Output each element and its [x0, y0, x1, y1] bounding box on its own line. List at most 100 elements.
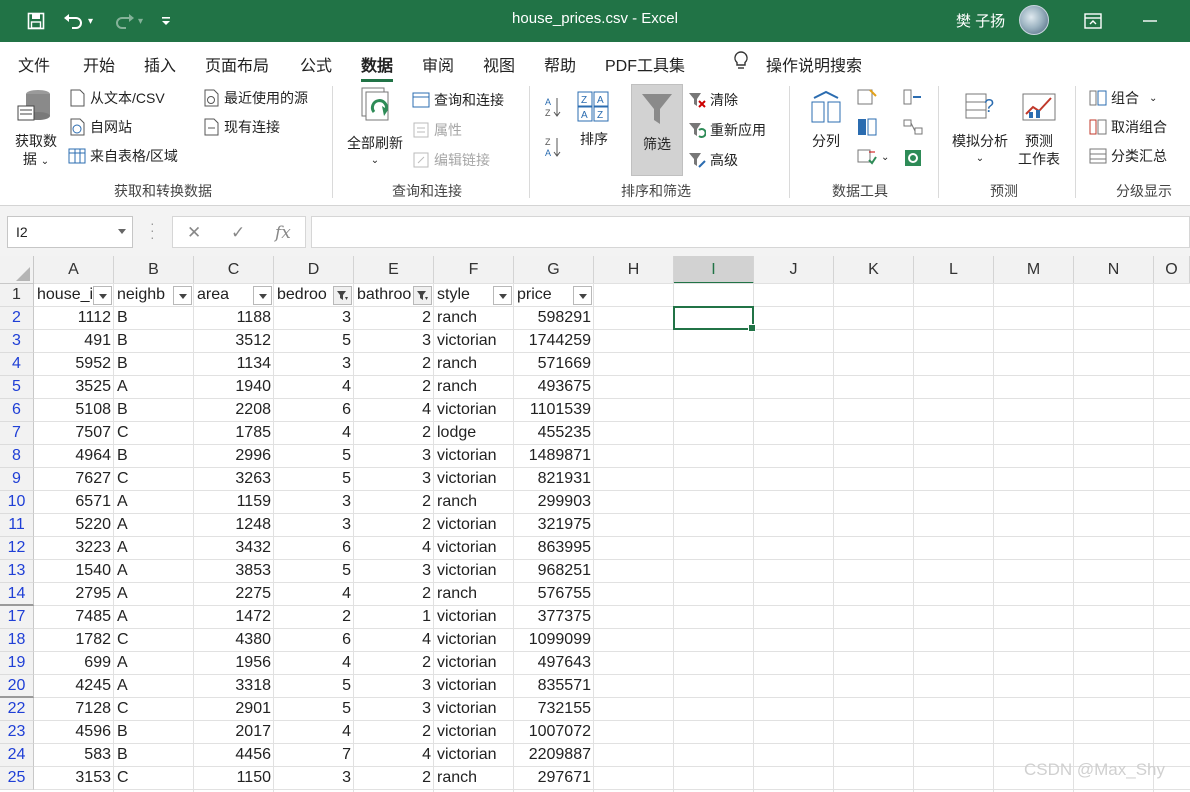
- row-header[interactable]: 9: [0, 468, 34, 491]
- column-header-k[interactable]: K: [834, 256, 914, 284]
- filter-active-icon[interactable]: [413, 286, 432, 305]
- column-header-l[interactable]: L: [914, 256, 994, 284]
- properties-button[interactable]: 属性: [412, 120, 462, 140]
- cell-a2[interactable]: 1112: [34, 307, 114, 330]
- cell-c13[interactable]: 3853: [194, 560, 274, 583]
- cell-d19[interactable]: 4: [274, 652, 354, 675]
- cell-f9[interactable]: victorian: [434, 468, 514, 491]
- filter-dropdown-icon[interactable]: [253, 286, 272, 305]
- cell-a11[interactable]: 5220: [34, 514, 114, 537]
- row-header[interactable]: 25: [0, 767, 34, 790]
- tab-page-layout[interactable]: 页面布局: [205, 52, 269, 76]
- row-header[interactable]: 2: [0, 307, 34, 330]
- undo-icon[interactable]: ▾: [58, 8, 98, 34]
- tab-home[interactable]: 开始: [83, 52, 115, 76]
- column-header-i[interactable]: I: [674, 256, 754, 284]
- cell-g10[interactable]: 299903: [514, 491, 594, 514]
- cell-b23[interactable]: B: [114, 721, 194, 744]
- cell-f20[interactable]: victorian: [434, 675, 514, 698]
- cell-e4[interactable]: 2: [354, 353, 434, 376]
- lightbulb-icon[interactable]: [732, 50, 750, 77]
- cell-e6[interactable]: 4: [354, 399, 434, 422]
- row-header[interactable]: 12: [0, 537, 34, 560]
- recent-sources-button[interactable]: 最近使用的源: [202, 88, 308, 108]
- forecast-sheet-button[interactable]: 预测 工作表: [1014, 90, 1064, 168]
- cell-c9[interactable]: 3263: [194, 468, 274, 491]
- tab-formulas[interactable]: 公式: [300, 52, 332, 76]
- cell-g13[interactable]: 968251: [514, 560, 594, 583]
- cell-c23[interactable]: 2017: [194, 721, 274, 744]
- filter-dropdown-icon[interactable]: [573, 286, 592, 305]
- cell-b22[interactable]: C: [114, 698, 194, 721]
- row-header[interactable]: 3: [0, 330, 34, 353]
- row-header[interactable]: 5: [0, 376, 34, 399]
- cell-c3[interactable]: 3512: [194, 330, 274, 353]
- cell-a18[interactable]: 1782: [34, 629, 114, 652]
- cell-f18[interactable]: victorian: [434, 629, 514, 652]
- column-header-m[interactable]: M: [994, 256, 1074, 284]
- ungroup-button[interactable]: 取消组合: [1089, 117, 1167, 137]
- row-header[interactable]: 19: [0, 652, 34, 675]
- cell-e7[interactable]: 2: [354, 422, 434, 445]
- column-header-f[interactable]: F: [434, 256, 514, 284]
- cell-a6[interactable]: 5108: [34, 399, 114, 422]
- group-button[interactable]: 组合 ⌄: [1089, 88, 1157, 108]
- user-name[interactable]: 樊 子扬: [956, 10, 1005, 31]
- cell-d5[interactable]: 4: [274, 376, 354, 399]
- header-cell-g[interactable]: price: [514, 284, 572, 307]
- text-to-columns-button[interactable]: 分列: [804, 90, 848, 150]
- cell-d7[interactable]: 4: [274, 422, 354, 445]
- cell-f12[interactable]: victorian: [434, 537, 514, 560]
- cell-b25[interactable]: C: [114, 767, 194, 790]
- cell-b9[interactable]: C: [114, 468, 194, 491]
- header-cell-e[interactable]: bathroo: [354, 284, 412, 307]
- cell-d13[interactable]: 5: [274, 560, 354, 583]
- cell-d10[interactable]: 3: [274, 491, 354, 514]
- cell-a12[interactable]: 3223: [34, 537, 114, 560]
- existing-connections-button[interactable]: 现有连接: [202, 117, 280, 137]
- cell-f22[interactable]: victorian: [434, 698, 514, 721]
- cell-e19[interactable]: 2: [354, 652, 434, 675]
- row-header[interactable]: 6: [0, 399, 34, 422]
- cell-d25[interactable]: 3: [274, 767, 354, 790]
- cell-e20[interactable]: 3: [354, 675, 434, 698]
- cell-g5[interactable]: 493675: [514, 376, 594, 399]
- column-header-g[interactable]: G: [514, 256, 594, 284]
- cell-d11[interactable]: 3: [274, 514, 354, 537]
- row-header[interactable]: 13: [0, 560, 34, 583]
- cell-g19[interactable]: 497643: [514, 652, 594, 675]
- edit-links-button[interactable]: 编辑链接: [412, 150, 490, 170]
- cell-f11[interactable]: victorian: [434, 514, 514, 537]
- cell-a4[interactable]: 5952: [34, 353, 114, 376]
- cell-b8[interactable]: B: [114, 445, 194, 468]
- active-cell[interactable]: [673, 306, 756, 332]
- insert-function-icon[interactable]: fx: [275, 223, 291, 243]
- cancel-icon[interactable]: ✕: [187, 223, 201, 243]
- cell-c17[interactable]: 1472: [194, 606, 274, 629]
- cell-c6[interactable]: 2208: [194, 399, 274, 422]
- select-all-button[interactable]: [0, 256, 34, 284]
- tab-pdf-tools[interactable]: PDF工具集: [605, 52, 685, 76]
- cell-c22[interactable]: 2901: [194, 698, 274, 721]
- cell-f24[interactable]: victorian: [434, 744, 514, 767]
- row-header[interactable]: 24: [0, 744, 34, 767]
- cell-f13[interactable]: victorian: [434, 560, 514, 583]
- cell-f19[interactable]: victorian: [434, 652, 514, 675]
- cell-a25[interactable]: 3153: [34, 767, 114, 790]
- row-header[interactable]: 4: [0, 353, 34, 376]
- queries-connections-button[interactable]: 查询和连接: [412, 90, 504, 110]
- row-header[interactable]: 1: [0, 284, 34, 307]
- cell-e14[interactable]: 2: [354, 583, 434, 606]
- column-header-d[interactable]: D: [274, 256, 354, 284]
- cell-d23[interactable]: 4: [274, 721, 354, 744]
- name-box[interactable]: I2: [7, 216, 133, 248]
- refresh-all-button[interactable]: 全部刷新 ⌄: [342, 86, 408, 170]
- header-cell-f[interactable]: style: [434, 284, 492, 307]
- cell-g12[interactable]: 863995: [514, 537, 594, 560]
- cell-a3[interactable]: 491: [34, 330, 114, 353]
- cell-c24[interactable]: 4456: [194, 744, 274, 767]
- filter-dropdown-icon[interactable]: [173, 286, 192, 305]
- consolidate-icon[interactable]: [903, 88, 923, 106]
- cell-a17[interactable]: 7485: [34, 606, 114, 629]
- cell-a19[interactable]: 699: [34, 652, 114, 675]
